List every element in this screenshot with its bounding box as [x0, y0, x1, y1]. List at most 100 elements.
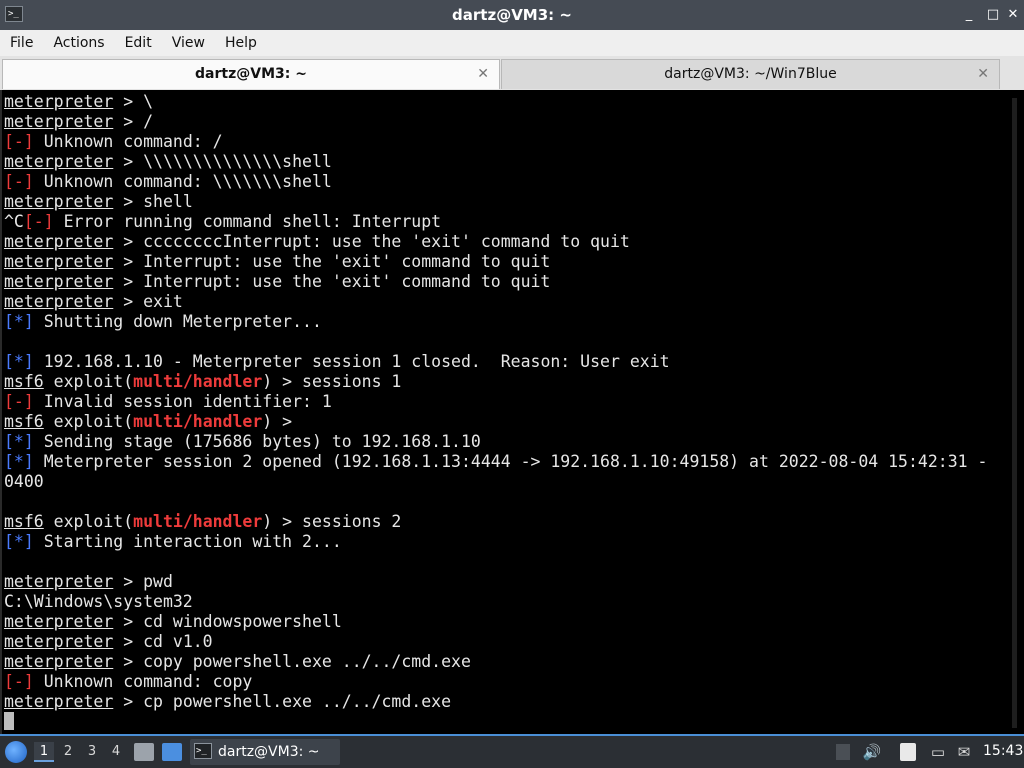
workspace-2[interactable]: 2 — [58, 742, 78, 762]
menu-actions[interactable]: Actions — [53, 35, 104, 51]
terminal-text: Error running command shell: Interrupt — [53, 212, 442, 231]
taskbar: 1 2 3 4 >_ dartz@VM3: ~ 🔊 ▭ ✉ 15:43 — [0, 736, 1024, 768]
terminal-text: meterpreter — [4, 152, 114, 171]
terminal-text: multi/handler — [133, 512, 263, 531]
terminal-line: msf6 exploit(multi/handler) > sessions 1 — [4, 372, 1006, 392]
taskbar-terminal-button[interactable]: >_ dartz@VM3: ~ — [190, 739, 340, 765]
show-desktop-icon[interactable] — [162, 743, 182, 761]
terminal-line: meterpreter > Interrupt: use the 'exit' … — [4, 252, 1006, 272]
terminal-text: > pwd — [113, 572, 173, 591]
terminal-text: > \ — [113, 92, 154, 111]
workspace-1[interactable]: 1 — [34, 742, 54, 762]
terminal-line: meterpreter > pwd — [4, 572, 1006, 592]
terminal-text: [*] — [4, 432, 34, 451]
terminal-line — [4, 712, 1006, 732]
terminal-text: > cd windowspowershell — [113, 612, 342, 631]
terminal-scrollbar[interactable] — [1006, 90, 1024, 734]
menu-file[interactable]: File — [10, 35, 33, 51]
menu-bar: File Actions Edit View Help — [0, 30, 1024, 56]
terminal-text: meterpreter — [4, 92, 114, 111]
start-menu-icon[interactable] — [5, 741, 27, 763]
terminal-line: [-] Unknown command: / — [4, 132, 1006, 152]
terminal-text: [-] — [4, 172, 34, 191]
maximize-button[interactable]: □ — [984, 6, 1002, 24]
terminal-text: msf6 — [4, 412, 44, 431]
terminal-text: ^C — [4, 212, 24, 231]
terminal-line: meterpreter > cp powershell.exe ../../cm… — [4, 692, 1006, 712]
tab-home[interactable]: dartz@VM3: ~ ✕ — [2, 59, 500, 89]
tab-close-icon[interactable]: ✕ — [477, 60, 489, 88]
terminal-text: Invalid session identifier: 1 — [33, 392, 332, 411]
terminal-text: > exit — [113, 292, 183, 311]
terminal-text: Unknown command: \\\\\\\shell — [33, 172, 332, 191]
tab-win7blue[interactable]: dartz@VM3: ~/Win7Blue ✕ — [501, 59, 1000, 89]
terminal-text: [*] — [4, 532, 34, 551]
terminal-text: Meterpreter session 2 opened (192.168.1.… — [33, 452, 988, 471]
minimize-button[interactable]: _ — [960, 6, 978, 24]
terminal-line: [*] Shutting down Meterpreter... — [4, 312, 1006, 332]
terminal-text: Sending stage (175686 bytes) to 192.168.… — [33, 432, 481, 451]
terminal-output: meterpreter > \ meterpreter > / [-] Unknow… — [4, 92, 1006, 732]
terminal-text: Unknown command: / — [33, 132, 223, 151]
terminal-line: meterpreter > Interrupt: use the 'exit' … — [4, 272, 1006, 292]
volume-icon[interactable]: 🔊 — [862, 742, 882, 762]
clock: 15:43 — [983, 743, 1024, 759]
terminal-view[interactable]: meterpreter > \ meterpreter > / [-] Unknow… — [0, 90, 1024, 734]
terminal-line: [*] 192.168.1.10 - Meterpreter session 1… — [4, 352, 1006, 372]
terminal-text: meterpreter — [4, 272, 114, 291]
terminal-text: [*] — [4, 312, 34, 331]
workspace-3[interactable]: 3 — [82, 742, 102, 762]
clipboard-icon[interactable] — [836, 744, 850, 760]
terminal-text: [-] — [4, 672, 34, 691]
terminal-text: ) > — [262, 412, 293, 431]
terminal-text: meterpreter — [4, 612, 114, 631]
terminal-text: > cd v1.0 — [113, 632, 213, 651]
terminal-text: > \\\\\\\\\\\\\\shell — [113, 152, 332, 171]
terminal-text: [*] — [4, 452, 34, 471]
terminal-icon: >_ — [194, 743, 212, 759]
menu-view[interactable]: View — [172, 35, 205, 51]
terminal-text: Shutting down Meterpreter... — [33, 312, 322, 331]
terminal-text: > cp powershell.exe ../../cmd.exe — [113, 692, 452, 711]
workspace-4[interactable]: 4 — [106, 742, 126, 762]
terminal-text: msf6 — [4, 372, 44, 391]
terminal-line: meterpreter > shell — [4, 192, 1006, 212]
terminal-line: meterpreter > cd v1.0 — [4, 632, 1006, 652]
terminal-text: > Interrupt: use the 'exit' command to q… — [113, 272, 551, 291]
terminal-text: [-] — [23, 212, 54, 231]
terminal-text: exploit( — [43, 512, 134, 531]
terminal-text: meterpreter — [4, 632, 114, 651]
terminal-text: multi/handler — [133, 372, 263, 391]
title-bar: >_ dartz@VM3: ~ _ □ ✕ — [0, 0, 1024, 30]
terminal-text: ) > sessions 1 — [262, 372, 402, 391]
terminal-text: meterpreter — [4, 112, 114, 131]
terminal-line: 0400 — [4, 472, 1006, 492]
menu-edit[interactable]: Edit — [125, 35, 152, 51]
scrollbar-thumb[interactable] — [1012, 98, 1017, 728]
menu-help[interactable]: Help — [225, 35, 257, 51]
terminal-line: [*] Starting interaction with 2... — [4, 532, 1006, 552]
terminal-line: msf6 exploit(multi/handler) > sessions 2 — [4, 512, 1006, 532]
close-window-button[interactable]: ✕ — [1004, 6, 1022, 24]
tab-bar: dartz@VM3: ~ ✕ dartz@VM3: ~/Win7Blue ✕ — [0, 56, 1024, 90]
tab-close-icon[interactable]: ✕ — [977, 60, 989, 88]
terminal-text: msf6 — [4, 512, 44, 531]
terminal-line: meterpreter > \ — [4, 92, 1006, 112]
notification-icon[interactable]: ✉ — [954, 742, 974, 762]
terminal-line: meterpreter > exit — [4, 292, 1006, 312]
terminal-text: meterpreter — [4, 192, 114, 211]
terminal-text: meterpreter — [4, 252, 114, 271]
terminal-text: > / — [113, 112, 154, 131]
terminal-text: > shell — [113, 192, 193, 211]
file-manager-icon[interactable] — [134, 743, 154, 761]
terminal-text: [-] — [4, 132, 34, 151]
task-label: dartz@VM3: ~ — [218, 744, 320, 760]
tab-label: dartz@VM3: ~ — [195, 66, 307, 82]
notes-icon[interactable] — [900, 743, 916, 761]
terminal-line: meterpreter > cd windowspowershell — [4, 612, 1006, 632]
network-icon[interactable]: ▭ — [928, 742, 948, 762]
terminal-line: [-] Unknown command: copy — [4, 672, 1006, 692]
terminal-text: meterpreter — [4, 572, 114, 591]
